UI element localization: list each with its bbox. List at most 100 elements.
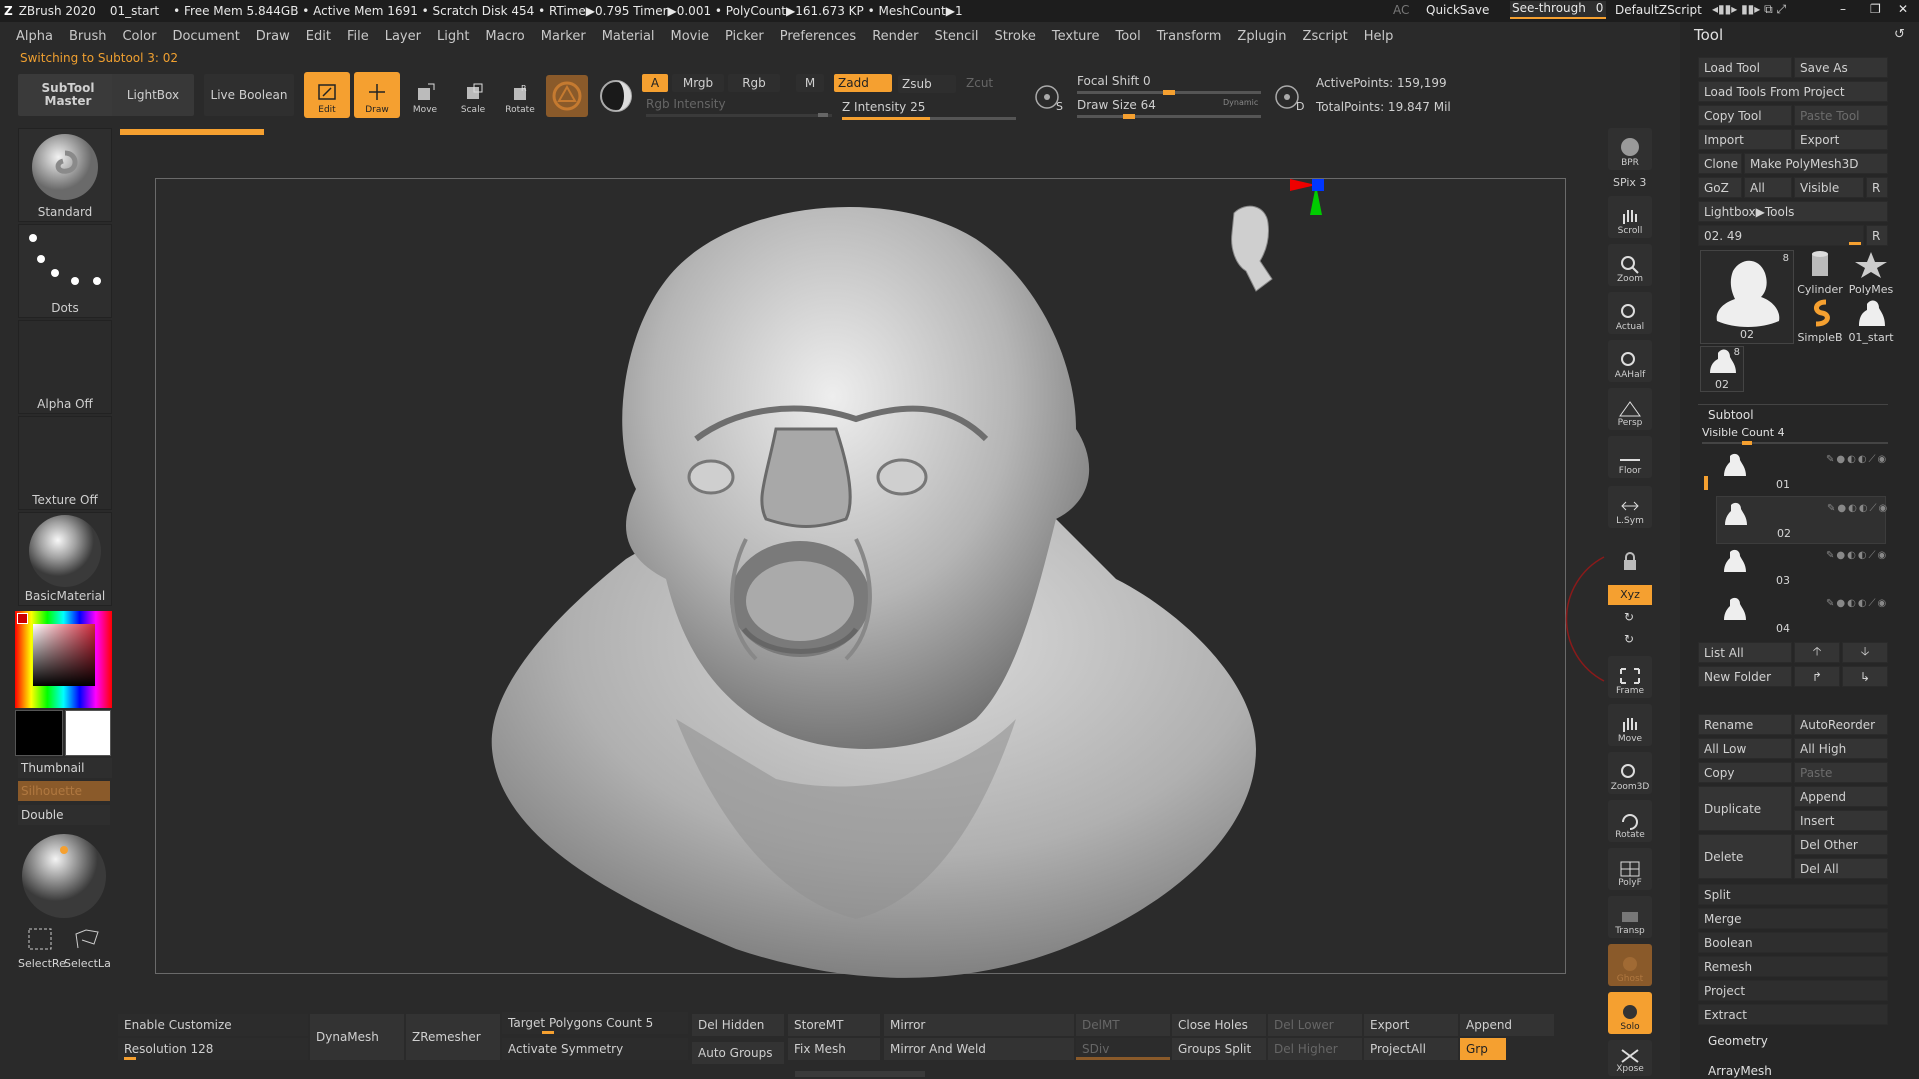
- alpha-selector[interactable]: Alpha Off: [18, 320, 112, 414]
- remesh-section[interactable]: Remesh: [1698, 956, 1888, 977]
- lsym-button[interactable]: L.Sym: [1608, 486, 1652, 528]
- maximize-icon[interactable]: ❐: [1870, 2, 1881, 16]
- all-high-button[interactable]: All High: [1794, 738, 1888, 759]
- delmt-button[interactable]: DelMT: [1076, 1014, 1170, 1036]
- menu-zscript[interactable]: Zscript: [1303, 29, 1348, 44]
- select-rect-button[interactable]: SelectRe: [18, 926, 66, 970]
- del-all-button[interactable]: Del All: [1794, 858, 1888, 879]
- draw-size-slider[interactable]: [1077, 114, 1261, 119]
- export-button[interactable]: Export: [1794, 129, 1888, 150]
- clone-button[interactable]: Clone: [1698, 153, 1742, 174]
- goz-button[interactable]: GoZ: [1698, 177, 1742, 198]
- storemt-button[interactable]: StoreMT: [788, 1014, 880, 1036]
- menu-file[interactable]: File: [347, 29, 369, 44]
- persp-button[interactable]: Persp: [1608, 388, 1652, 430]
- silhouette-toggle[interactable]: Silhouette: [18, 781, 110, 801]
- tool-thumb-main[interactable]: 8 02: [1700, 250, 1794, 344]
- window-layout-icons[interactable]: ◂▮▮▸ ▮▮▸ ⧉ ⤢: [1712, 2, 1786, 17]
- solo-button[interactable]: Solo: [1608, 992, 1652, 1034]
- subtool-item-02[interactable]: ✎●◐◐⟋◉ 02: [1716, 496, 1887, 544]
- make-polymesh3d-button[interactable]: Make PolyMesh3D: [1744, 153, 1888, 174]
- paste-tool-button[interactable]: Paste Tool: [1794, 105, 1888, 126]
- focal-shift-slider[interactable]: [1077, 90, 1261, 95]
- rgb-intensity-slider[interactable]: [646, 113, 832, 117]
- material-sphere-icon[interactable]: [598, 78, 634, 114]
- live-boolean-button[interactable]: Live Boolean: [204, 74, 294, 116]
- resolution-slider[interactable]: Resolution 128: [118, 1038, 308, 1060]
- subtool-scrollbar[interactable]: [1704, 476, 1708, 490]
- close-holes-button[interactable]: Close Holes: [1172, 1014, 1266, 1036]
- tool-slider[interactable]: 02. 49: [1698, 225, 1864, 246]
- del-higher-button[interactable]: Del Higher: [1268, 1038, 1362, 1060]
- default-zscript-button[interactable]: DefaultZScript: [1615, 3, 1702, 17]
- tool-thumb-02-small[interactable]: 8 02: [1700, 346, 1744, 392]
- project-section[interactable]: Project: [1698, 980, 1888, 1001]
- axis-gizmo-icon[interactable]: [1276, 173, 1336, 233]
- geometry-section-header[interactable]: Geometry: [1708, 1034, 1768, 1048]
- spix-label[interactable]: SPix 3: [1613, 176, 1646, 189]
- menu-alpha[interactable]: Alpha: [16, 29, 53, 44]
- menu-color[interactable]: Color: [122, 29, 156, 44]
- menu-render[interactable]: Render: [872, 29, 918, 44]
- subtool-item-01[interactable]: ✎●◐◐⟋◉ 01: [1716, 448, 1886, 496]
- duplicate-button[interactable]: Duplicate: [1698, 786, 1792, 831]
- goz-r-button[interactable]: R: [1866, 177, 1888, 198]
- scale-mode-button[interactable]: Scale: [450, 72, 496, 118]
- dynamic-size-d-icon[interactable]: D: [1272, 82, 1306, 116]
- menu-picker[interactable]: Picker: [725, 29, 764, 44]
- tool-thumb-cylinder[interactable]: Cylinder: [1796, 250, 1844, 296]
- m-toggle[interactable]: M: [796, 74, 824, 92]
- zsub-toggle[interactable]: Zsub: [898, 75, 956, 93]
- subtool-master-button[interactable]: SubTool Master: [18, 74, 118, 116]
- lightbox-button[interactable]: LightBox: [112, 74, 194, 116]
- menu-transform[interactable]: Transform: [1157, 29, 1222, 44]
- palette-reset-icon[interactable]: ↺: [1894, 27, 1905, 42]
- menu-stroke[interactable]: Stroke: [994, 29, 1035, 44]
- del-hidden-button[interactable]: Del Hidden: [692, 1014, 784, 1036]
- delete-button[interactable]: Delete: [1698, 834, 1792, 879]
- brush-selector[interactable]: Standard: [18, 128, 112, 222]
- lightbox-tools-button[interactable]: Lightbox▶Tools: [1698, 201, 1888, 222]
- rotate-mode-button[interactable]: R Rotate: [497, 72, 543, 118]
- subtool-section-header[interactable]: Subtool: [1708, 408, 1754, 422]
- boolean-section[interactable]: Boolean: [1698, 932, 1888, 953]
- lazy-mouse-s-icon[interactable]: S: [1032, 82, 1066, 116]
- zadd-toggle[interactable]: Zadd: [834, 74, 892, 92]
- load-tool-button[interactable]: Load Tool: [1698, 57, 1792, 78]
- z-intensity-slider[interactable]: [842, 117, 1016, 120]
- import-button[interactable]: Import: [1698, 129, 1792, 150]
- frame-button[interactable]: Frame: [1608, 656, 1652, 698]
- export-bottom-button[interactable]: Export: [1364, 1014, 1458, 1036]
- document-canvas[interactable]: [155, 178, 1605, 978]
- insert-button[interactable]: Insert: [1794, 810, 1888, 831]
- menu-light[interactable]: Light: [437, 29, 469, 44]
- grp-toggle[interactable]: Grp: [1460, 1038, 1506, 1060]
- append-button[interactable]: Append: [1794, 786, 1888, 807]
- subtool-toggles-icon[interactable]: ✎●◐◐⟋◉: [1826, 598, 1888, 609]
- del-other-button[interactable]: Del Other: [1794, 834, 1888, 855]
- folder-in-arrow-icon[interactable]: ↱: [1794, 666, 1840, 687]
- stroke-selector[interactable]: Dots: [18, 224, 112, 318]
- menu-movie[interactable]: Movie: [671, 29, 709, 44]
- bottom-shelf-scroll-handle[interactable]: [795, 1071, 925, 1077]
- zcut-toggle[interactable]: Zcut: [962, 74, 1020, 92]
- menu-preferences[interactable]: Preferences: [780, 29, 856, 44]
- zremesher-button[interactable]: ZRemesher: [406, 1014, 500, 1060]
- all-low-button[interactable]: All Low: [1698, 738, 1792, 759]
- merge-section[interactable]: Merge: [1698, 908, 1888, 929]
- paste-subtool-button[interactable]: Paste: [1794, 762, 1888, 783]
- mirror-and-weld-button[interactable]: Mirror And Weld: [884, 1038, 1074, 1060]
- tool-slider-r-button[interactable]: R: [1866, 225, 1888, 246]
- light-sphere[interactable]: [20, 832, 108, 920]
- edit-mode-button[interactable]: Edit: [304, 72, 350, 118]
- folder-out-arrow-icon[interactable]: ↳: [1842, 666, 1888, 687]
- menu-layer[interactable]: Layer: [385, 29, 421, 44]
- zoom3d-button[interactable]: Zoom3D: [1608, 752, 1652, 794]
- menu-material[interactable]: Material: [602, 29, 655, 44]
- rotate-z-icon[interactable]: ↻: [1624, 632, 1634, 646]
- new-folder-button[interactable]: New Folder: [1698, 666, 1792, 687]
- goz-visible-button[interactable]: Visible: [1794, 177, 1864, 198]
- mrgb-toggle[interactable]: Mrgb: [672, 74, 724, 92]
- color-picker[interactable]: [15, 611, 112, 708]
- copy-tool-button[interactable]: Copy Tool: [1698, 105, 1792, 126]
